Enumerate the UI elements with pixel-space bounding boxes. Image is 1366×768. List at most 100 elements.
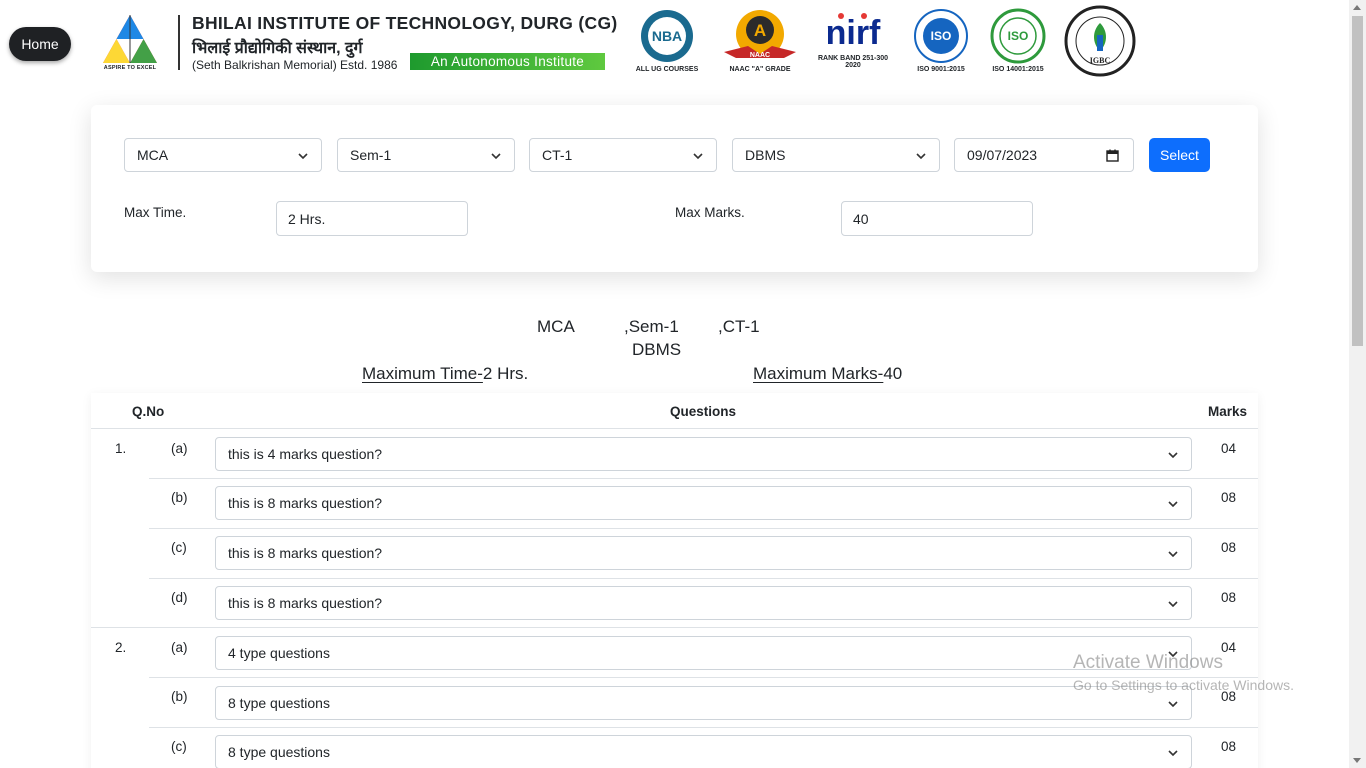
row-divider [149, 727, 1258, 728]
subpart-label: (c) [171, 739, 187, 754]
questions-table: Q.No Questions Marks 1. (a) this is 4 ma… [91, 393, 1258, 768]
naac-icon: A NAAC [724, 10, 796, 59]
subpart-label: (b) [171, 490, 188, 505]
question-marks: 08 [1221, 739, 1237, 754]
question-text: this is 8 marks question? [228, 495, 383, 511]
chevron-down-icon [1168, 551, 1178, 558]
header-divider-line [91, 428, 1258, 429]
question-text: 8 type questions [228, 695, 330, 711]
nba-badge: NBA ALL UG COURSES [633, 8, 701, 73]
question-select[interactable]: this is 8 marks question? [215, 536, 1192, 570]
question-select[interactable]: this is 8 marks question? [215, 486, 1192, 520]
question-marks: 04 [1221, 640, 1237, 655]
calendar-icon[interactable] [1106, 149, 1119, 162]
subpart-label: (d) [171, 590, 188, 605]
question-text: 8 type questions [228, 744, 330, 760]
question-marks: 08 [1221, 490, 1237, 505]
chevron-down-icon [298, 153, 308, 160]
summary-max-time-label: Maximum Time- [362, 364, 483, 383]
chevron-down-icon [693, 153, 703, 160]
scroll-up-arrow-icon[interactable] [1353, 5, 1361, 10]
nba-icon: NBA [641, 10, 693, 62]
iso-14001-icon: ISO [990, 8, 1046, 64]
naac-caption: NAAC "A" GRADE [729, 66, 791, 73]
svg-text:NAAC: NAAC [750, 52, 770, 59]
nirf-caption-year: 2020 [845, 62, 861, 69]
svg-text:IGBC: IGBC [1090, 56, 1111, 65]
institute-estd: (Seth Balkrishan Memorial) Estd. 1986 [192, 58, 398, 72]
institute-name: BHILAI INSTITUTE OF TECHNOLOGY, DURG (CG… [192, 13, 618, 33]
semester-select-value: Sem-1 [350, 147, 392, 163]
iso-14001-badge: ISO ISO 14001:2015 [982, 8, 1054, 73]
subject-select[interactable]: DBMS [732, 138, 940, 172]
activate-windows-title: Activate Windows [1073, 652, 1223, 673]
select-button[interactable]: Select [1149, 138, 1210, 172]
igbc-icon: IGBC [1064, 5, 1136, 77]
iso-9001-badge: ISO ISO 9001:2015 [910, 8, 972, 73]
summary-max-time-value: 2 Hrs. [482, 364, 529, 383]
semester-select[interactable]: Sem-1 [337, 138, 515, 172]
question-number: 2. [115, 640, 127, 655]
course-select-value: MCA [137, 147, 169, 163]
subpart-label: (b) [171, 689, 188, 704]
test-select[interactable]: CT-1 [529, 138, 717, 172]
chevron-down-icon [1168, 601, 1178, 608]
svg-text:ISO: ISO [931, 29, 952, 43]
max-marks-input-value: 40 [853, 210, 869, 227]
question-number: 1. [115, 441, 127, 456]
question-marks: 08 [1221, 540, 1237, 555]
chevron-down-icon [491, 153, 501, 160]
question-text: this is 8 marks question? [228, 545, 383, 561]
institute-name-hindi: भिलाई प्रौद्योगिकी संस्थान, दुर्ग [192, 40, 363, 57]
chevron-down-icon [1168, 701, 1178, 708]
marks-header: Marks [1208, 404, 1248, 419]
summary-test: ,CT-1 [718, 317, 760, 336]
qno-header: Q.No [132, 404, 165, 419]
svg-text:NBA: NBA [652, 28, 682, 44]
chevron-down-icon [1168, 452, 1178, 459]
logo-tagline: ASPIRE TO EXCEL [103, 65, 157, 71]
nirf-icon: nirf [826, 13, 881, 52]
subpart-label: (a) [171, 441, 188, 456]
question-select[interactable]: 8 type questions [215, 686, 1192, 720]
summary-subject: DBMS [632, 340, 682, 359]
course-select[interactable]: MCA [124, 138, 322, 172]
igbc-badge: IGBC [1064, 5, 1136, 77]
home-button[interactable]: Home [9, 27, 71, 61]
autonomous-banner: An Autonomous Institute [410, 53, 605, 70]
row-divider [149, 478, 1258, 479]
question-marks: 04 [1221, 441, 1237, 456]
question-select[interactable]: this is 4 marks question? [215, 437, 1192, 471]
subject-select-value: DBMS [745, 147, 786, 163]
questions-header: Questions [670, 404, 737, 419]
page-scrollbar[interactable] [1349, 0, 1366, 768]
question-marks: 08 [1221, 590, 1237, 605]
test-select-value: CT-1 [542, 147, 573, 163]
max-marks-label: Max Marks. [675, 205, 745, 220]
max-marks-input[interactable]: 40 [841, 201, 1033, 236]
iso-9001-icon: ISO [914, 9, 968, 63]
summary-semester: ,Sem-1 [624, 317, 679, 336]
iso-9001-caption: ISO 9001:2015 [917, 66, 965, 73]
nirf-caption: RANK BAND 251-300 [817, 55, 889, 62]
scrollbar-thumb[interactable] [1352, 16, 1363, 346]
summary-max-marks-label: Maximum Marks- [753, 364, 884, 383]
question-select[interactable]: 8 type questions [215, 735, 1192, 768]
question-divider [91, 627, 1258, 628]
max-time-label: Max Time. [124, 205, 187, 220]
row-divider [149, 578, 1258, 579]
subpart-label: (c) [171, 540, 187, 555]
question-select[interactable]: this is 8 marks question? [215, 586, 1192, 620]
filter-card [91, 105, 1258, 272]
max-time-input-value: 2 Hrs. [288, 210, 326, 227]
question-select[interactable]: 4 type questions [215, 636, 1192, 670]
max-time-input[interactable]: 2 Hrs. [276, 201, 468, 236]
nba-caption: ALL UG COURSES [635, 66, 699, 73]
scroll-down-arrow-icon[interactable] [1353, 758, 1361, 763]
question-text: 4 type questions [228, 645, 330, 661]
summary-course: MCA [537, 317, 575, 336]
date-input[interactable]: 09/07/2023 [954, 138, 1134, 172]
svg-text:A: A [754, 21, 766, 40]
svg-text:nirf: nirf [826, 14, 881, 52]
iso-14001-caption: ISO 14001:2015 [992, 66, 1044, 73]
